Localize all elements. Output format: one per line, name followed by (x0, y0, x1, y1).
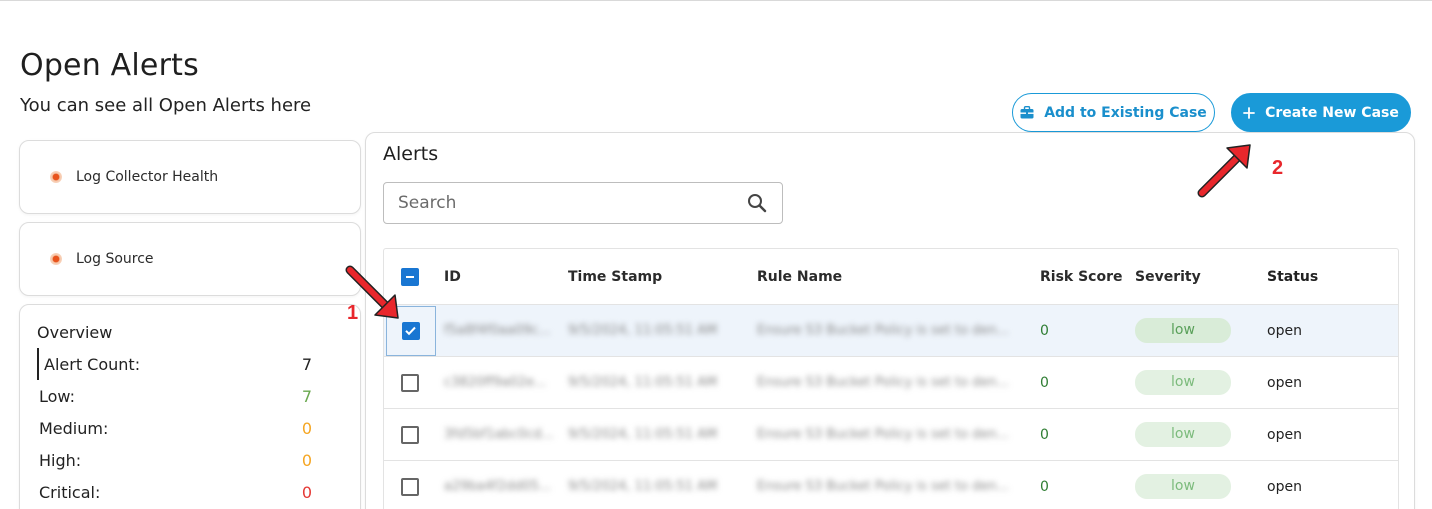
cell-status: open (1267, 374, 1302, 391)
row-checkbox-cell (384, 425, 436, 444)
status-card-label: Log Collector Health (76, 169, 219, 185)
cell-rule-name: Ensure S3 Bucket Policy is set to den... (757, 427, 1010, 442)
cell-status: open (1267, 426, 1302, 443)
overview-label: Medium: (39, 418, 109, 438)
cell-timestamp: 9/5/2024, 11:05:51 AM (568, 427, 718, 442)
cell-timestamp: 9/5/2024, 11:05:51 AM (568, 323, 718, 338)
cell-rule-name: Ensure S3 Bucket Policy is set to den... (757, 375, 1010, 390)
cell-severity: low (1135, 370, 1267, 395)
overview-row-low: Low: 7 (37, 380, 342, 412)
cell-id: 3fd5bf1abc0cd... (444, 427, 554, 442)
row-checkbox-cell (384, 477, 436, 496)
row-checkbox[interactable] (401, 477, 419, 496)
search-box (383, 182, 783, 224)
severity-badge: low (1135, 474, 1231, 499)
page-title: Open Alerts (20, 48, 199, 83)
table-row[interactable]: f5a8f4f0aa09c... 9/5/2024, 11:05:51 AM E… (384, 305, 1398, 357)
search-input[interactable] (398, 193, 746, 213)
annotation-step-1: 1 (347, 302, 359, 324)
column-header-id[interactable]: ID (436, 269, 568, 285)
alerts-title: Alerts (383, 143, 439, 165)
cell-timestamp: 9/5/2024, 11:05:51 AM (568, 479, 718, 494)
log-source-card[interactable]: Log Source (19, 222, 361, 296)
create-new-case-label: Create New Case (1265, 104, 1399, 121)
row-checkbox[interactable] (401, 373, 419, 392)
row-checkbox[interactable] (401, 425, 419, 444)
log-collector-health-card[interactable]: Log Collector Health (19, 140, 361, 214)
cell-risk-score: 0 (1040, 426, 1049, 443)
cell-id: f5a8f4f0aa09c... (444, 323, 551, 338)
cell-rule-name: Ensure S3 Bucket Policy is set to den... (757, 479, 1010, 494)
plus-icon (1243, 106, 1256, 119)
column-header-rule-name[interactable]: Rule Name (757, 269, 1040, 285)
column-header-severity[interactable]: Severity (1135, 269, 1267, 285)
top-divider (0, 0, 1432, 1)
severity-badge: low (1135, 318, 1231, 343)
overview-row-alert-count: Alert Count: 7 (37, 348, 342, 380)
search-icon[interactable] (746, 192, 768, 214)
page-subtitle: You can see all Open Alerts here (20, 95, 312, 116)
cell-severity: low (1135, 474, 1267, 499)
overview-value: 7 (301, 354, 312, 374)
cell-risk-score: 0 (1040, 374, 1049, 391)
add-to-existing-case-label: Add to Existing Case (1044, 104, 1207, 121)
briefcase-icon (1020, 106, 1034, 119)
row-checkbox-cell (384, 373, 436, 392)
row-checkbox[interactable] (401, 321, 420, 340)
table-row[interactable]: 3fd5bf1abc0cd... 9/5/2024, 11:05:51 AM E… (384, 409, 1398, 461)
severity-badge: low (1135, 422, 1231, 447)
status-dot-icon (50, 171, 62, 183)
cell-severity: low (1135, 422, 1267, 447)
table-row[interactable]: c3820ff9a02e... 9/5/2024, 11:05:51 AM En… (384, 357, 1398, 409)
annotation-arrow-2 (1197, 144, 1251, 198)
overview-label: Low: (39, 386, 76, 406)
overview-card: Overview Alert Count: 7 Low: 7 Medium: 0… (19, 304, 361, 509)
create-new-case-button[interactable]: Create New Case (1231, 93, 1411, 132)
severity-badge: low (1135, 370, 1231, 395)
overview-title: Overview (37, 323, 113, 342)
overview-value: 7 (301, 386, 312, 406)
cell-id: c3820ff9a02e... (444, 375, 547, 390)
cell-status: open (1267, 322, 1302, 339)
table-header-row: ID Time Stamp Rule Name Risk Score Sever… (384, 249, 1398, 305)
alerts-panel: Alerts ID Time Stamp Rule Name Risk Scor… (365, 132, 1415, 509)
cell-timestamp: 9/5/2024, 11:05:51 AM (568, 375, 718, 390)
overview-value: 0 (301, 418, 312, 438)
overview-row-medium: Medium: 0 (37, 412, 342, 444)
column-header-timestamp[interactable]: Time Stamp (568, 269, 757, 285)
cell-id: a29ba4f2dd05... (444, 479, 552, 494)
cell-rule-name: Ensure S3 Bucket Policy is set to den... (757, 323, 1010, 338)
overview-label: Critical: (39, 482, 101, 502)
column-header-risk-score[interactable]: Risk Score (1040, 269, 1135, 285)
status-dot-icon (50, 253, 62, 265)
cell-risk-score: 0 (1040, 322, 1049, 339)
overview-row-critical: Critical: 0 (37, 476, 342, 508)
overview-label: High: (39, 450, 82, 470)
status-card-label: Log Source (76, 251, 154, 267)
overview-label: Alert Count: (44, 354, 141, 374)
overview-value: 0 (301, 482, 312, 502)
cell-status: open (1267, 478, 1302, 495)
overview-row-high: High: 0 (37, 444, 342, 476)
overview-value: 0 (301, 450, 312, 470)
column-header-status[interactable]: Status (1267, 269, 1387, 285)
annotation-step-2: 2 (1272, 157, 1284, 179)
table-row[interactable]: a29ba4f2dd05... 9/5/2024, 11:05:51 AM En… (384, 461, 1398, 509)
cell-severity: low (1135, 318, 1267, 343)
add-to-existing-case-button[interactable]: Add to Existing Case (1012, 93, 1215, 132)
alerts-table: ID Time Stamp Rule Name Risk Score Sever… (383, 248, 1399, 509)
cell-risk-score: 0 (1040, 478, 1049, 495)
